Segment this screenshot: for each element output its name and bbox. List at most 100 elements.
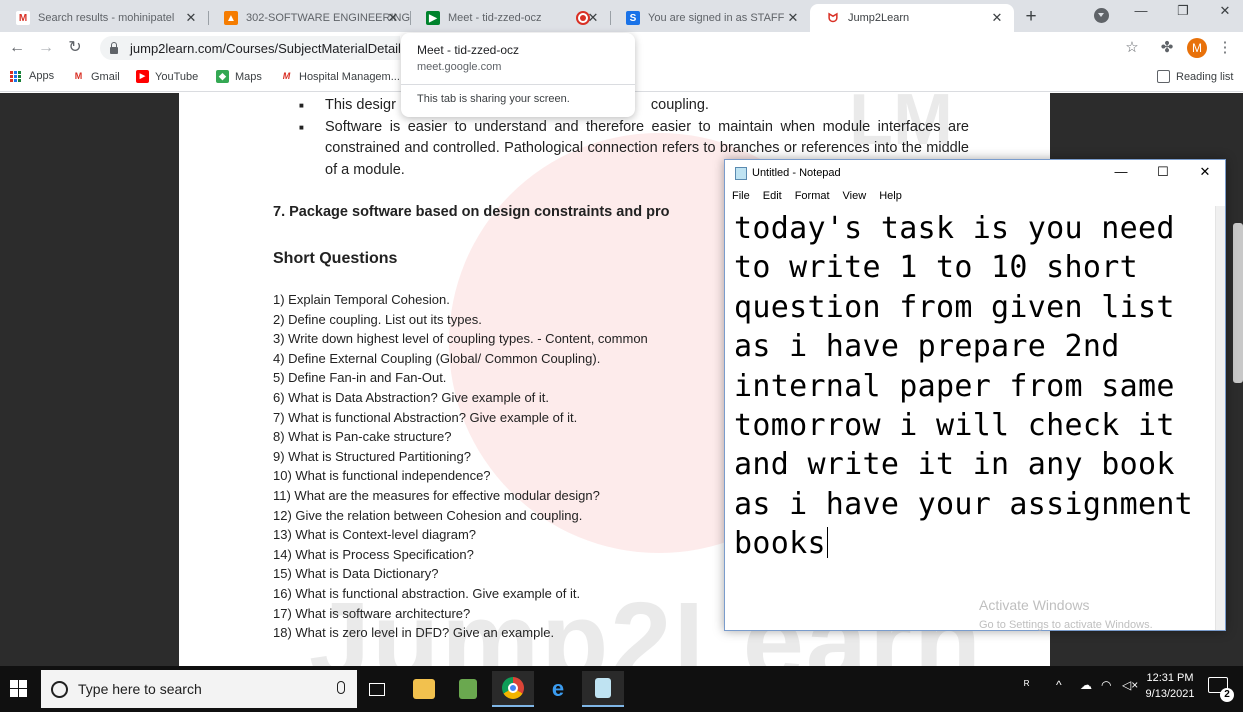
question-item: 8) What is Pan-cake structure? xyxy=(273,429,452,445)
wifi-icon[interactable]: ◠ xyxy=(1101,678,1111,692)
youtube-icon: ▶ xyxy=(136,70,149,83)
gmail-icon: M xyxy=(16,11,30,25)
tab-title: Meet - tid-zzed-ocz xyxy=(448,12,542,24)
notepad-text-area[interactable]: today's task is you need to write 1 to 1… xyxy=(725,206,1217,630)
moodle-icon: ▲ xyxy=(224,11,238,25)
notepad-titlebar[interactable]: Untitled - Notepad — ☐ ✕ xyxy=(725,160,1225,186)
notepad-scrollbar[interactable] xyxy=(1215,206,1225,630)
maps-icon: ◆ xyxy=(216,70,229,83)
menu-edit[interactable]: Edit xyxy=(763,190,782,202)
notepad-icon xyxy=(595,678,611,698)
bullet-text-end: coupling. xyxy=(650,97,709,113)
question-item: 4) Define External Coupling (Global/ Com… xyxy=(273,350,601,366)
tab-jump2learn[interactable]: ᗢ Jump2Learn ✕ xyxy=(810,4,1014,32)
bookmark-gmail[interactable]: M Gmail xyxy=(72,70,120,83)
profile-avatar[interactable]: M xyxy=(1187,38,1207,58)
taskbar-notepad[interactable] xyxy=(582,671,624,707)
back-arrow-icon[interactable]: ← xyxy=(8,39,26,57)
system-clock[interactable]: 12:31 PM 9/13/2021 xyxy=(1140,670,1200,702)
gmail-icon: M xyxy=(74,71,83,81)
close-tab-icon[interactable]: ✕ xyxy=(386,11,400,25)
menu-kebab-icon[interactable]: ⋮ xyxy=(1216,39,1234,57)
close-window-icon[interactable]: ✕ xyxy=(1210,3,1240,19)
notepad-menubar: File Edit Format View Help xyxy=(725,186,1225,206)
task-view-button[interactable] xyxy=(356,671,398,707)
taskbar-chrome[interactable] xyxy=(492,671,534,707)
taskbar-app-sheet[interactable] xyxy=(447,671,489,707)
menu-view[interactable]: View xyxy=(843,190,867,202)
meet-icon: ▶ xyxy=(426,11,440,25)
question-item: 7) What is functional Abstraction? Give … xyxy=(273,409,578,425)
extensions-icon[interactable]: ✤ xyxy=(1158,39,1176,57)
reading-list-icon xyxy=(1157,70,1170,83)
lock-icon xyxy=(110,41,118,54)
menu-file[interactable]: File xyxy=(732,190,750,202)
taskbar-search-box[interactable]: Type here to search xyxy=(41,670,357,708)
minimize-icon[interactable]: — xyxy=(1126,3,1156,18)
tab-search-results[interactable]: M Search results - mohinipatel ✕ xyxy=(0,4,208,32)
activate-windows-subtitle: Go to Settings to activate Windows. xyxy=(979,619,1153,631)
bookmark-label: Hospital Managem... xyxy=(299,70,400,83)
bullet-text-start: This desigr xyxy=(325,97,396,113)
bookmark-star-icon[interactable]: ☆ xyxy=(1123,39,1141,57)
close-tab-icon[interactable]: ✕ xyxy=(184,11,198,25)
notepad-window: Untitled - Notepad — ☐ ✕ File Edit Forma… xyxy=(724,159,1226,631)
tab-software-engineering[interactable]: ▲ 302-SOFTWARE ENGINEERING ✕ xyxy=(208,4,410,32)
divider xyxy=(401,84,635,85)
bookmark-youtube[interactable]: ▶ YouTube xyxy=(136,70,198,83)
reading-list[interactable]: Reading list xyxy=(1157,70,1233,83)
taskbar-file-explorer[interactable] xyxy=(403,671,445,707)
clock-time: 12:31 PM xyxy=(1146,672,1194,684)
clock-date: 9/13/2021 xyxy=(1145,688,1195,700)
task-view-icon xyxy=(369,682,385,696)
hospital-icon: M xyxy=(282,71,291,81)
reading-list-label: Reading list xyxy=(1176,70,1234,83)
tab-signed-in-staff[interactable]: S You are signed in as STAFF ✕ xyxy=(610,4,810,32)
tab-recording[interactable]: ✕ xyxy=(560,4,610,32)
close-tab-icon[interactable]: ✕ xyxy=(786,11,800,25)
menu-format[interactable]: Format xyxy=(795,190,830,202)
microphone-icon[interactable] xyxy=(337,681,345,694)
question-item: 1) Explain Temporal Cohesion. xyxy=(273,292,450,307)
cloud-icon[interactable]: ☁ xyxy=(1080,678,1092,692)
tab-search-icon[interactable] xyxy=(1094,8,1109,23)
windows-taskbar: Type here to search e ᴿ ^ ☁ ◠ ◁× 12:31 P… xyxy=(0,666,1243,712)
question-item: 6) What is Data Abstraction? Give exampl… xyxy=(273,389,550,405)
people-icon[interactable]: ᴿ xyxy=(1024,678,1029,692)
bookmark-label: Apps xyxy=(29,70,55,82)
menu-help[interactable]: Help xyxy=(879,190,902,202)
taskbar-edge[interactable]: e xyxy=(537,671,579,707)
question-item: 14) What is Process Specification? xyxy=(273,546,474,562)
question-item: 5) Define Fan-in and Fan-Out. xyxy=(273,370,447,386)
close-tab-icon[interactable]: ✕ xyxy=(990,11,1004,25)
edge-icon: e xyxy=(551,676,565,701)
section-heading: 7. Package software based on design cons… xyxy=(273,204,670,220)
bookmark-apps[interactable]: Apps xyxy=(10,70,54,82)
address-bar[interactable]: jump2learn.com/Courses/SubjectMaterialDe… xyxy=(100,36,400,60)
spreadsheet-icon xyxy=(459,679,477,699)
notepad-title: Untitled - Notepad xyxy=(752,167,841,179)
text-caret xyxy=(826,527,828,559)
new-tab-button[interactable]: + xyxy=(1021,6,1041,28)
bookmark-hospital[interactable]: M Hospital Managem... xyxy=(280,70,400,83)
close-icon[interactable]: ✕ xyxy=(1183,164,1227,180)
restore-icon[interactable]: ❐ xyxy=(1168,3,1198,19)
minimize-icon[interactable]: — xyxy=(1099,164,1143,179)
volume-icon[interactable]: ◁× xyxy=(1122,678,1138,692)
tab-meet[interactable]: ▶ Meet - tid-zzed-ocz xyxy=(410,4,560,32)
reload-icon[interactable]: ↻ xyxy=(66,39,84,57)
question-item: 9) What is Structured Partitioning? xyxy=(273,448,471,464)
apps-grid-icon xyxy=(10,70,21,82)
show-hidden-icons-icon[interactable]: ^ xyxy=(1056,678,1062,692)
close-tab-icon[interactable]: ✕ xyxy=(586,11,600,25)
activate-windows-title: Activate Windows xyxy=(979,597,1090,613)
windows-start-icon[interactable] xyxy=(10,680,27,697)
tab-hover-card: Meet - tid-zzed-ocz meet.google.com This… xyxy=(401,33,635,117)
maximize-icon[interactable]: ☐ xyxy=(1141,164,1185,180)
search-placeholder: Type here to search xyxy=(78,681,202,697)
page-scrollbar[interactable] xyxy=(1233,223,1243,383)
browser-tab-strip: M Search results - mohinipatel ✕ ▲ 302-S… xyxy=(0,0,1243,32)
forward-arrow-icon[interactable]: → xyxy=(37,39,55,57)
hover-card-title: Meet - tid-zzed-ocz xyxy=(417,43,520,57)
bookmark-maps[interactable]: ◆ Maps xyxy=(216,70,262,83)
